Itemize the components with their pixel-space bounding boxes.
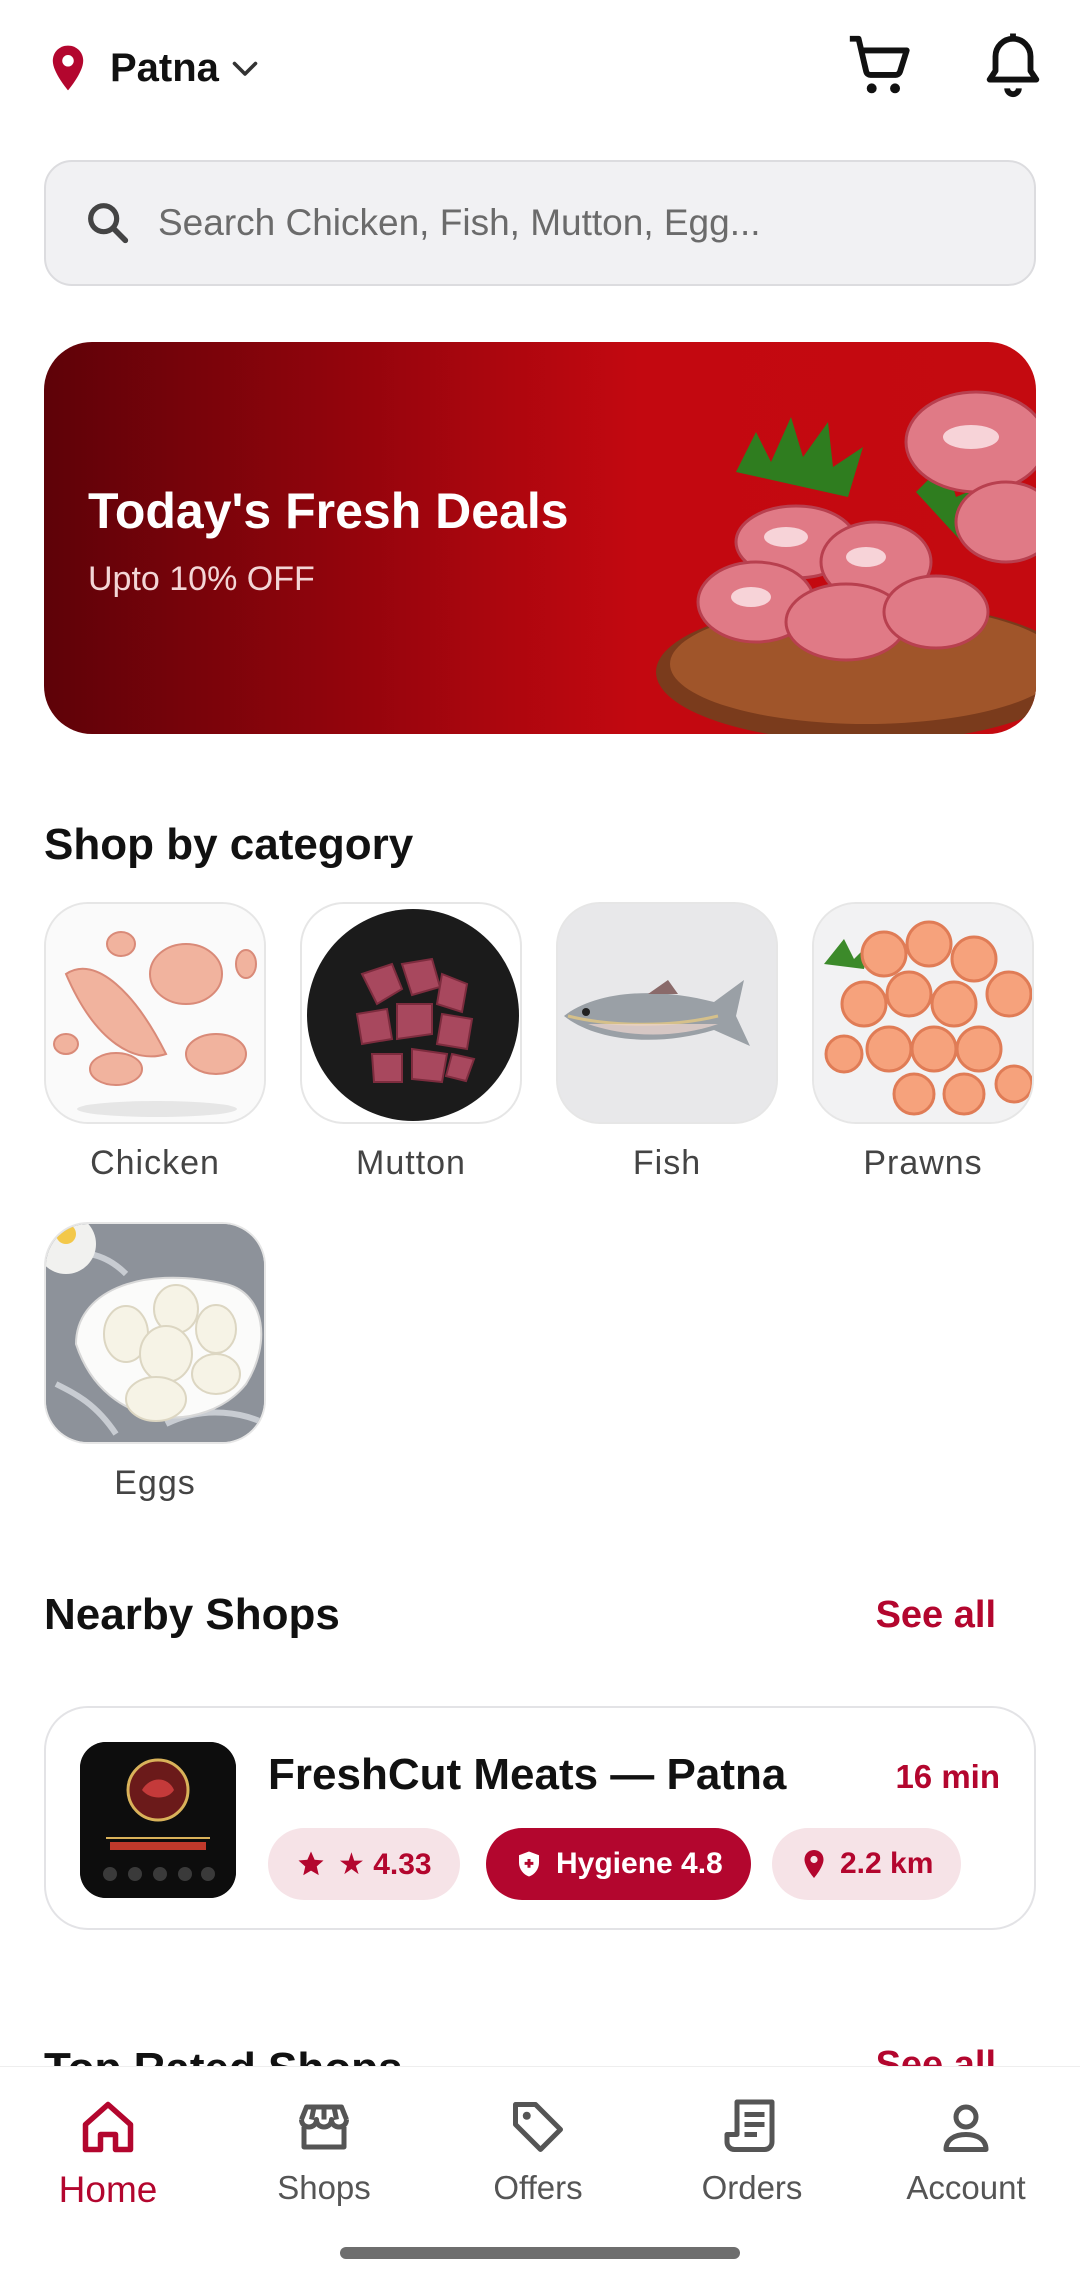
category-label: Prawns: [863, 1144, 983, 1182]
bottom-navigation: Home Shops Offers Orders Account: [0, 2066, 1080, 2277]
nav-shops[interactable]: Shops: [224, 2097, 424, 2207]
fish-image: [556, 902, 778, 1124]
deals-banner[interactable]: Today's Fresh Deals Upto 10% OFF: [44, 342, 1036, 734]
search-bar[interactable]: [44, 160, 1036, 286]
shop-name: FreshCut Meats — Patna: [268, 1750, 787, 1799]
rating-value: ★ 4.33: [338, 1847, 432, 1881]
nav-label: Orders: [701, 2169, 803, 2206]
star-icon: [298, 1851, 324, 1876]
category-label: Chicken: [90, 1144, 220, 1182]
location-pin-icon: [804, 1850, 824, 1878]
prawns-image: [812, 902, 1034, 1124]
home-icon: [82, 2101, 134, 2153]
category-label: Mutton: [356, 1144, 466, 1182]
shop-logo: [80, 1742, 236, 1898]
nav-label: Home: [58, 2169, 158, 2210]
category-chicken[interactable]: Chicken: [44, 902, 266, 1183]
category-label: Fish: [632, 1144, 702, 1182]
home-indicator[interactable]: [340, 2247, 740, 2259]
location-pin-icon: [52, 45, 84, 91]
category-eggs[interactable]: Eggs: [44, 1222, 266, 1503]
hygiene-value: Hygiene 4.8: [556, 1847, 723, 1880]
banner-title: Today's Fresh Deals: [88, 483, 569, 539]
meat-platter-image: [656, 390, 1036, 734]
shop-card[interactable]: FreshCut Meats — Patna 16 min ★ 4.33 Hyg…: [44, 1706, 1036, 1930]
category-mutton[interactable]: Mutton: [300, 902, 522, 1183]
category-prawns[interactable]: Prawns: [812, 902, 1034, 1183]
search-input[interactable]: [158, 202, 978, 244]
cart-icon[interactable]: [844, 30, 914, 100]
nav-label: Account: [906, 2169, 1026, 2206]
search-icon: [88, 203, 129, 244]
location-name: Patna: [110, 45, 219, 90]
chicken-image: [44, 902, 266, 1124]
top-rated-section-title: Top Rated Shops: [44, 2044, 403, 2066]
category-label: Eggs: [114, 1464, 196, 1502]
shield-icon: [519, 1851, 539, 1877]
category-section-title: Shop by category: [44, 820, 414, 869]
nav-orders[interactable]: Orders: [652, 2097, 852, 2207]
nav-offers[interactable]: Offers: [438, 2097, 638, 2207]
banner-subtitle: Upto 10% OFF: [88, 560, 315, 598]
category-fish[interactable]: Fish: [556, 902, 778, 1183]
eggs-image: [44, 1222, 266, 1444]
shop-eta: 16 min: [895, 1758, 1000, 1795]
hygiene-chip: Hygiene 4.8: [486, 1828, 751, 1900]
person-icon: [943, 2104, 989, 2152]
receipt-icon: [724, 2099, 775, 2152]
chevron-down-icon: [232, 61, 258, 76]
tag-icon: [513, 2102, 563, 2152]
nav-label: Offers: [493, 2169, 583, 2206]
nearby-see-all-link[interactable]: See all: [876, 1594, 996, 1637]
top-rated-see-all-link[interactable]: See all: [876, 2044, 996, 2066]
mutton-image: [300, 902, 522, 1124]
rating-chip: ★ 4.33: [268, 1828, 460, 1900]
location-selector[interactable]: Patna: [48, 44, 263, 92]
distance-chip: 2.2 km: [772, 1828, 962, 1900]
top-bar: Patna: [0, 0, 1080, 140]
nearby-section-title: Nearby Shops: [44, 1590, 340, 1639]
nav-label: Shops: [277, 2169, 371, 2206]
bell-icon[interactable]: [978, 30, 1048, 100]
nav-account[interactable]: Account: [866, 2097, 1066, 2207]
nav-home[interactable]: Home: [8, 2097, 208, 2211]
distance-value: 2.2 km: [840, 1847, 934, 1880]
store-icon: [299, 2104, 349, 2150]
